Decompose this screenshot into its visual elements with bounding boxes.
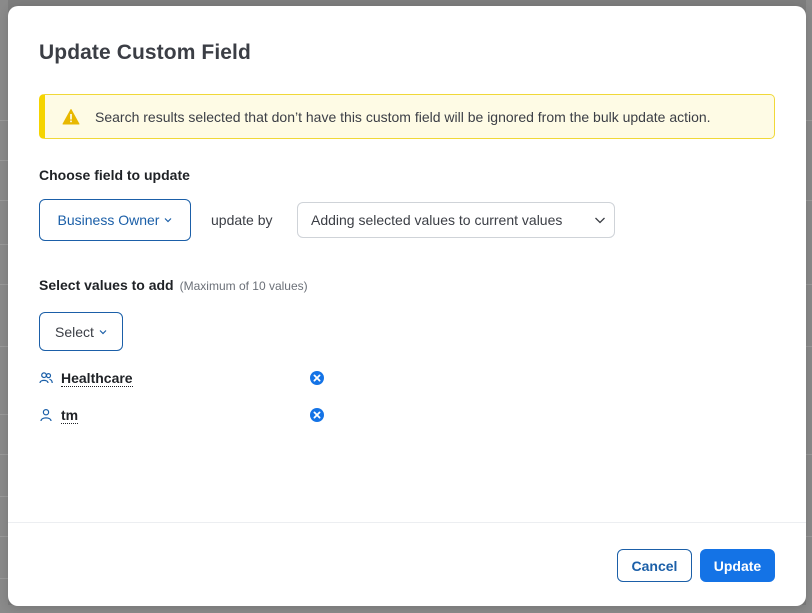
selected-value-item: tm [39,404,329,426]
warning-icon [62,108,80,124]
background-page-bottom [0,605,812,613]
background-divider [0,536,8,537]
select-values-title: Select values to add [39,277,174,293]
update-by-label: update by [211,212,273,228]
background-divider [0,578,8,579]
chevron-down-icon [99,329,107,334]
choose-field-label: Choose field to update [39,167,190,183]
background-divider [0,120,8,121]
background-divider [806,346,812,347]
select-values-label: Select values to add (Maximum of 10 value… [39,277,308,293]
custom-field-value: Business Owner [57,212,160,228]
background-divider [0,346,8,347]
group-icon [39,372,53,384]
background-divider [0,160,8,161]
footer-divider [8,522,806,523]
update-method-select[interactable]: Adding selected values to current values [297,202,615,238]
update-method-value: Adding selected values to current values [311,212,563,228]
chevron-down-icon [595,217,605,224]
select-values-button[interactable]: Select [39,312,123,351]
custom-field-dropdown[interactable]: Business Owner [39,199,191,241]
max-values-hint: (Maximum of 10 values) [179,279,308,293]
remove-value-icon[interactable] [309,370,325,386]
background-divider [806,284,812,285]
selected-value-label: Healthcare [61,369,133,387]
update-button[interactable]: Update [700,549,775,582]
background-divider [0,244,8,245]
cancel-button[interactable]: Cancel [617,549,692,582]
select-button-label: Select [55,323,94,340]
background-divider [0,454,8,455]
background-page-right [806,0,812,613]
background-divider [806,454,812,455]
selected-value-label: tm [61,406,79,424]
background-divider [806,200,812,201]
background-divider [0,284,8,285]
selected-value-item: Healthcare [39,367,329,389]
modal-title: Update Custom Field [39,41,251,64]
background-page-left [0,0,8,613]
remove-value-icon[interactable] [309,407,325,423]
update-custom-field-modal: Update Custom Field Search results selec… [8,6,806,606]
background-divider [806,120,812,121]
chevron-down-icon [165,218,172,223]
background-divider [0,496,8,497]
warning-alert: Search results selected that don’t have … [39,94,775,139]
background-divider [806,536,812,537]
user-icon [40,408,52,422]
background-divider [0,200,8,201]
alert-text: Search results selected that don’t have … [95,108,711,125]
background-divider [0,414,8,415]
